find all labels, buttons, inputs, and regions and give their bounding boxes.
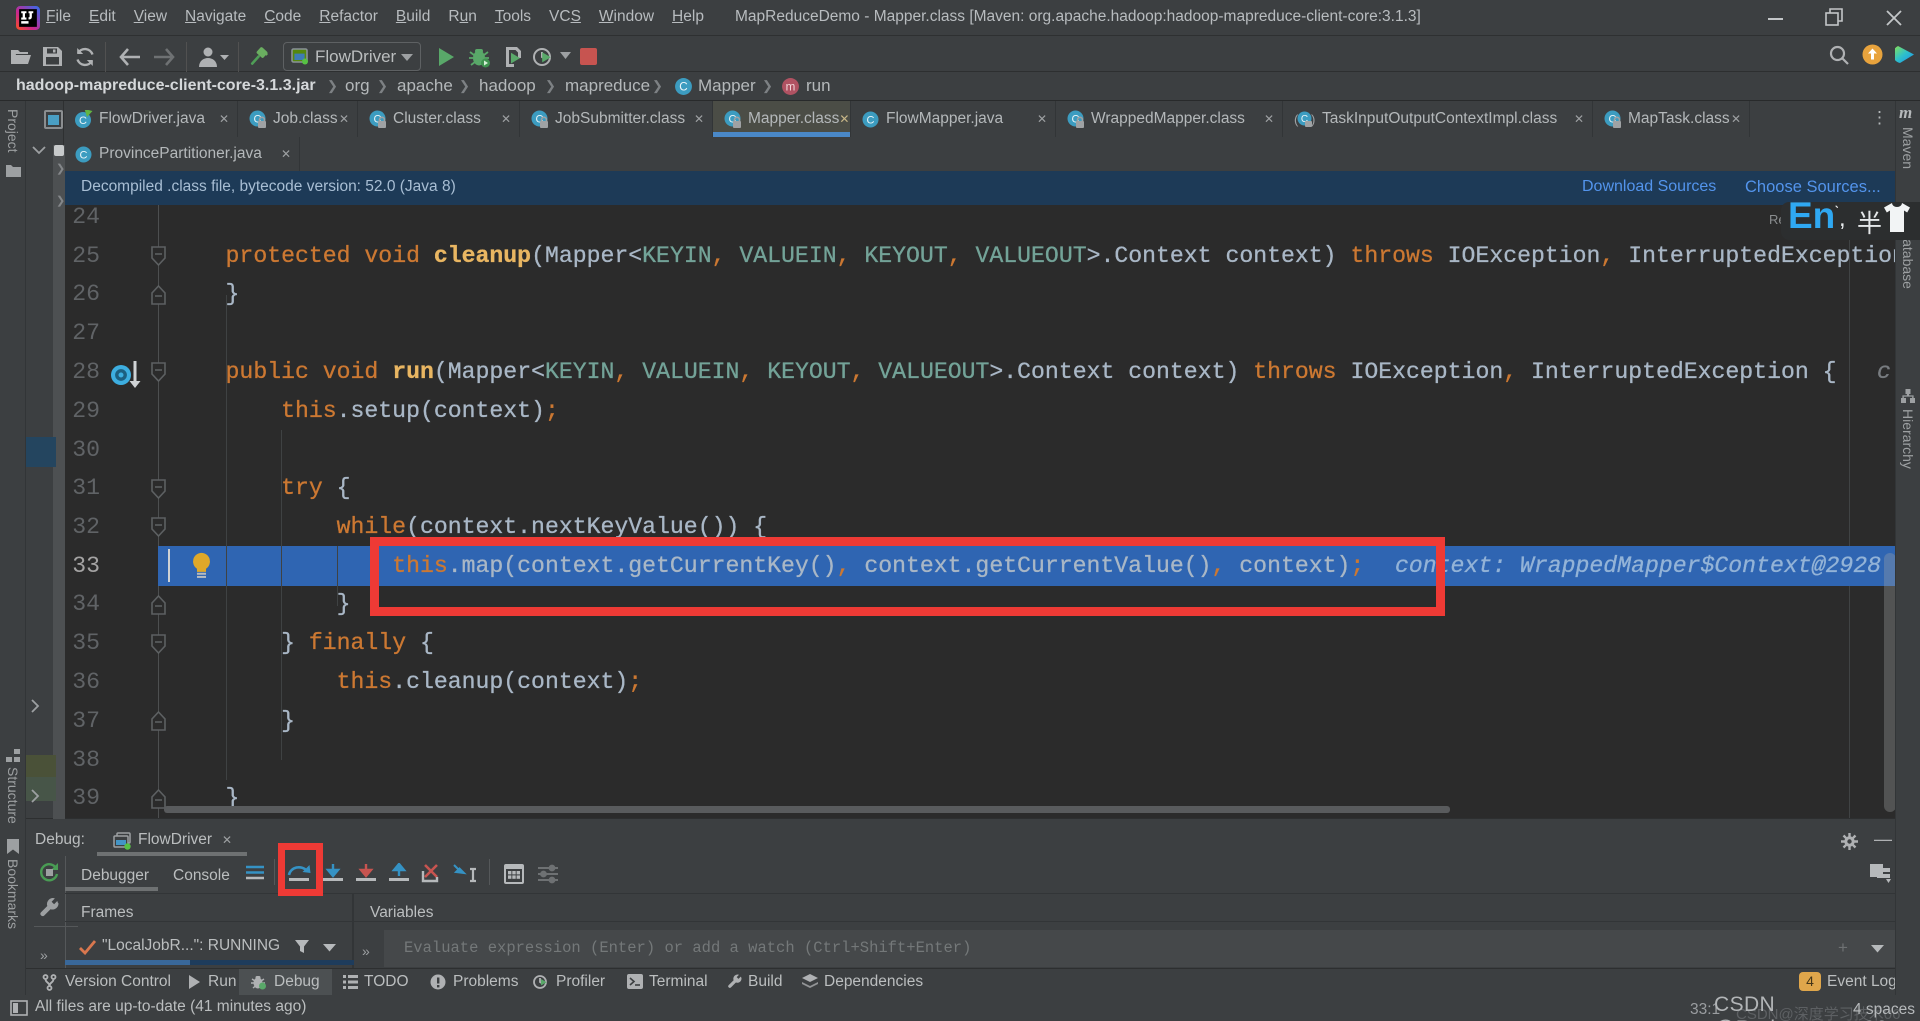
svg-text:C: C [867, 114, 875, 126]
svg-text:C: C [80, 149, 88, 161]
svg-text:C: C [79, 115, 87, 127]
svg-text:m: m [786, 81, 796, 94]
svg-text:C: C [679, 81, 687, 94]
